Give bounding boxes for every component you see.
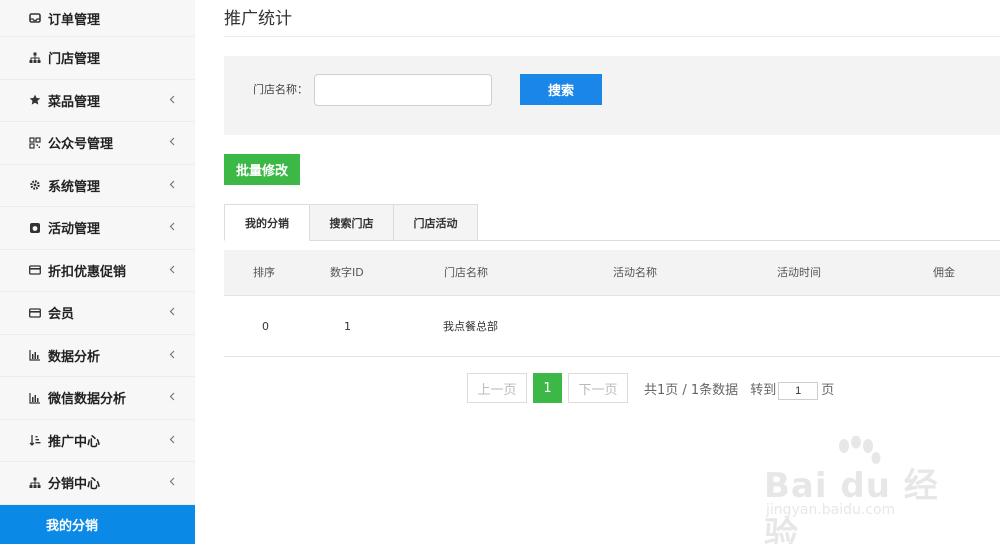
column-header: 活动名称 (613, 266, 657, 279)
chevron-left-icon (169, 390, 177, 404)
page-unit-label: 页 (821, 382, 835, 398)
sidebar-item-label: 推广中心 (48, 434, 101, 450)
chevron-left-icon (169, 220, 177, 234)
column-header: 活动时间 (777, 266, 821, 279)
search-panel: 门店名称： 搜索 (224, 56, 1000, 135)
sidebar-item-label: 活动管理 (48, 222, 101, 238)
star-icon (28, 93, 42, 107)
store-name-input[interactable] (314, 74, 492, 106)
store-name-label: 门店名称： (253, 83, 308, 96)
sidebar-item-label: 折扣优惠促销 (48, 264, 127, 280)
page-info: 共1页 / 1条数据 (644, 382, 739, 398)
table-header: 排序 数字ID 门店名称 活动名称 活动时间 佣金 (224, 250, 1000, 296)
sidebar-item-stores[interactable]: 门店管理 (0, 37, 195, 80)
chevron-left-icon (169, 262, 177, 276)
column-header: 门店名称 (444, 266, 488, 279)
cell-id: 1 (344, 320, 351, 333)
sidebar-item-label: 公众号管理 (48, 137, 114, 153)
tab-bar: 我的分销 搜索门店 门店活动 (224, 204, 1000, 241)
tab-my-distribution[interactable]: 我的分销 (224, 204, 310, 241)
tab-store-activities[interactable]: 门店活动 (393, 204, 478, 241)
sidebar-item-label: 数据分析 (48, 349, 101, 365)
batch-edit-button[interactable]: 批量修改 (224, 154, 300, 185)
chevron-left-icon (169, 432, 177, 446)
sidebar-item-data-analysis[interactable]: 数据分析 (0, 334, 195, 377)
watermark-url: jingyan.baidu.com (766, 502, 896, 518)
current-page-button[interactable]: 1 (533, 373, 562, 403)
credit-card-icon (28, 306, 42, 320)
sidebar-item-orders[interactable]: 订单管理 (0, 0, 195, 37)
goto-page-input[interactable] (778, 382, 819, 400)
cell-store-name: 我点餐总部 (443, 320, 498, 333)
sidebar-item-distribution-center[interactable]: 分销中心 (0, 462, 195, 505)
sort-icon (28, 433, 42, 447)
sidebar-item-activities[interactable]: 活动管理 (0, 207, 195, 250)
sidebar-item-label: 微信数据分析 (48, 392, 127, 408)
prev-page-button[interactable]: 上一页 (467, 373, 527, 403)
chevron-left-icon (169, 177, 177, 191)
baidu-jingyan-watermark: Bai du 经验 jingyan.baidu.com (760, 436, 960, 544)
bar-chart-icon (28, 391, 42, 405)
column-header: 数字ID (330, 266, 364, 279)
sitemap-icon (28, 476, 42, 490)
github-icon (28, 221, 42, 235)
next-page-button[interactable]: 下一页 (568, 373, 628, 403)
goto-label: 转到 (750, 382, 777, 398)
chevron-left-icon (169, 475, 177, 489)
sidebar-item-system[interactable]: 系统管理 (0, 164, 195, 207)
sidebar-item-label: 系统管理 (48, 179, 101, 195)
sidebar-item-label: 分销中心 (48, 477, 101, 493)
bar-chart-icon (28, 348, 42, 362)
chevron-left-icon (169, 135, 177, 149)
tab-search-stores[interactable]: 搜索门店 (309, 204, 394, 241)
search-button[interactable]: 搜索 (520, 74, 602, 105)
sidebar-item-official-account[interactable]: 公众号管理 (0, 122, 195, 165)
sidebar: 订单管理 门店管理 菜品管理 公众号管理 系统管理 活动管理 折扣优惠促销 会员… (0, 0, 195, 544)
sidebar-item-promotion-center[interactable]: 推广中心 (0, 419, 195, 462)
sidebar-item-wechat-analysis[interactable]: 微信数据分析 (0, 377, 195, 420)
sidebar-subitem-my-distribution[interactable]: 我的分销 (0, 504, 195, 544)
table-row: 0 1 我点餐总部 (224, 296, 1000, 357)
sitemap-icon (28, 51, 42, 65)
sidebar-item-label: 会员 (48, 307, 75, 323)
sidebar-item-members[interactable]: 会员 (0, 292, 195, 335)
chevron-left-icon (169, 347, 177, 361)
gear-icon (28, 178, 42, 192)
chevron-left-icon (169, 92, 177, 106)
page-title: 推广统计 (224, 9, 292, 29)
watermark-brand: Bai du 经验 (764, 466, 939, 544)
chevron-left-icon (169, 305, 177, 319)
sidebar-item-label: 菜品管理 (48, 94, 101, 110)
pagination: 上一页 1 下一页 共1页 / 1条数据 转到 页 (467, 373, 834, 403)
credit-card-icon (28, 263, 42, 277)
sidebar-item-dishes[interactable]: 菜品管理 (0, 79, 195, 122)
sidebar-item-label: 订单管理 (48, 12, 101, 28)
inbox-icon (28, 11, 42, 25)
title-divider (224, 36, 1000, 37)
column-header: 排序 (253, 266, 275, 279)
column-header: 佣金 (933, 266, 955, 279)
qrcode-icon (28, 136, 42, 150)
sidebar-item-promotions[interactable]: 折扣优惠促销 (0, 249, 195, 292)
sidebar-item-label: 门店管理 (48, 52, 101, 68)
cell-sort: 0 (262, 320, 269, 333)
